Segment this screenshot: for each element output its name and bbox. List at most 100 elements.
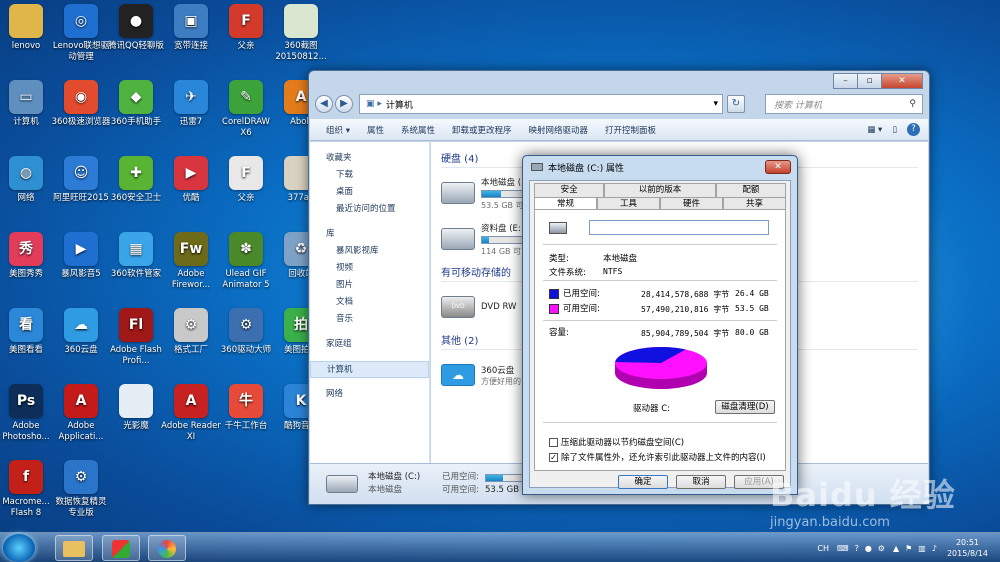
back-arrow-icon[interactable]: ◀ [315, 95, 333, 113]
clock[interactable]: 20:51 2015/8/14 [947, 537, 988, 559]
toolbar-organize[interactable]: 组织 ▾ [326, 124, 350, 136]
desktop-app-icon: A [174, 384, 208, 418]
desktop-icon[interactable]: f Macrome... Flash 8 [0, 460, 56, 519]
desktop-icon[interactable]: ✚ 360安全卫士 [106, 156, 166, 204]
desktop-icon[interactable]: ▭ 计算机 [0, 80, 56, 128]
address-bar[interactable]: ▣ ▸ 计算机 ▾ [359, 94, 723, 114]
tab-security[interactable]: 安全 [534, 183, 605, 197]
tray-volume-icon[interactable]: ♪ [932, 544, 937, 553]
desktop-icon[interactable]: ☁ 360云盘 [51, 308, 111, 356]
desktop-icon[interactable]: F 父亲 [216, 4, 276, 52]
tray-settings-icon[interactable]: ⚙ [878, 544, 885, 553]
volume-label-input[interactable] [589, 220, 769, 235]
desktop-icon[interactable]: ◉ 360极速浏览器 [51, 80, 111, 128]
desktop-icon[interactable]: 牛千牛工作台 [216, 384, 276, 432]
desktop-icon[interactable]: ✽ Ulead GIF Animator 5 [216, 232, 276, 291]
toolbar-map-drive[interactable]: 映射网络驱动器 [529, 124, 589, 136]
toolbar-control-panel[interactable]: 打开控制面板 [605, 124, 656, 136]
nav-item[interactable]: 图片 [310, 277, 429, 294]
cancel-button[interactable]: 取消 [676, 475, 726, 489]
tray-mic-icon[interactable]: ● [865, 544, 872, 553]
tray-keyboard-icon[interactable]: ⌨ [837, 544, 849, 553]
tray-help-icon[interactable]: ? [855, 544, 859, 553]
drive-properties-dialog[interactable]: 本地磁盘 (C:) 属性 ✕ 安全 以前的版本 配额 常规 工具 硬件 共享 类… [522, 155, 798, 495]
nav-item[interactable]: 桌面 [310, 184, 429, 201]
search-input[interactable]: 搜索 计算机 ⚲ [765, 94, 923, 114]
nav-item[interactable]: 文档 [310, 294, 429, 311]
dialog-body: 安全 以前的版本 配额 常规 工具 硬件 共享 类型: 本地磁盘 文件系统: N… [529, 180, 791, 489]
forward-arrow-icon[interactable]: ▶ [335, 95, 353, 113]
desktop-icon[interactable]: ✈ 迅雷7 [161, 80, 221, 128]
desktop-icon[interactable]: Ps Adobe Photosho... [0, 384, 56, 443]
minimize-button[interactable]: – [833, 73, 858, 89]
desktop-icon[interactable]: 光影魔 [106, 384, 166, 432]
desktop-icon[interactable]: ▶ 暴风影音5 [51, 232, 111, 280]
desktop-icon[interactable]: Fl Adobe Flash Profi... [106, 308, 166, 367]
maximize-button[interactable]: ▫ [857, 73, 882, 89]
desktop-icon[interactable]: ▦ 360软件管家 [106, 232, 166, 280]
hard-disk-icon [441, 228, 475, 250]
nav-item[interactable]: 家庭组 [310, 336, 429, 353]
taskbar-app-button[interactable] [102, 535, 140, 561]
nav-item[interactable]: 下载 [310, 167, 429, 184]
view-options-icon[interactable]: ▦ ▾ [867, 125, 882, 135]
desktop-icon[interactable]: 看美图看看 [0, 308, 56, 356]
index-label: 除了文件属性外，还允许索引此驱动器上文件的内容(I) [561, 453, 766, 463]
disk-cleanup-button[interactable]: 磁盘清理(D) [715, 400, 775, 414]
desktop-icon-label: 迅雷7 [179, 117, 203, 127]
taskbar-explorer-button[interactable] [55, 535, 93, 561]
nav-item[interactable]: 收藏夹 [310, 150, 429, 167]
ok-button[interactable]: 确定 [618, 475, 668, 489]
address-dropdown-icon[interactable]: ▾ [713, 99, 718, 109]
nav-item[interactable]: 网络 [310, 386, 429, 403]
preview-pane-icon[interactable]: ▯ [892, 125, 897, 135]
tab-previous-versions[interactable]: 以前的版本 [604, 183, 716, 197]
close-button[interactable]: ✕ [881, 73, 923, 89]
desktop-icon[interactable]: ◍ 网络 [0, 156, 56, 204]
desktop-icon[interactable]: ✎ CorelDRAW X6 [216, 80, 276, 139]
desktop-icon[interactable]: ⚙ 格式工厂 [161, 308, 221, 356]
nav-item[interactable]: 暴风影视库 [310, 243, 429, 260]
desktop-icon[interactable]: ⚙ 数据恢复精灵 专业版 [51, 460, 111, 519]
nav-item[interactable]: 视频 [310, 260, 429, 277]
desktop-icon[interactable]: 秀美图秀秀 [0, 232, 56, 280]
desktop-icon[interactable]: lenovo [0, 4, 56, 52]
desktop-icon[interactable]: 360截图20150812... [271, 4, 331, 63]
nav-item[interactable]: 音乐 [310, 311, 429, 328]
desktop-icon[interactable]: F 父亲 [216, 156, 276, 204]
start-button[interactable] [3, 534, 35, 562]
desktop-icon[interactable]: ☺ 阿里旺旺2015 [51, 156, 111, 204]
tab-quota[interactable]: 配额 [715, 183, 786, 197]
desktop-icon[interactable]: ◎ Lenovo联想驱动管理 [51, 4, 111, 63]
language-indicator[interactable]: CH [817, 544, 829, 553]
tray-expand-icon[interactable]: ▲ [893, 544, 899, 553]
desktop-icon-label: Adobe Reader XI [161, 421, 221, 442]
dialog-close-button[interactable]: ✕ [765, 160, 791, 174]
desktop-icon[interactable]: ▣ 宽带连接 [161, 4, 221, 52]
refresh-icon[interactable]: ↻ [727, 95, 745, 113]
nav-item[interactable]: 计算机 [310, 361, 429, 378]
desktop-icon[interactable]: ● 腾讯QQ轻聊版 [106, 4, 166, 52]
drive-icon [531, 163, 543, 171]
compress-checkbox[interactable] [549, 438, 558, 447]
toolbar-system-properties[interactable]: 系统属性 [401, 124, 435, 136]
desktop-icon[interactable]: A Adobe Applicati... [51, 384, 111, 443]
nav-item[interactable]: 库 [310, 226, 429, 243]
taskbar-browser-button[interactable] [148, 535, 186, 561]
clock-time: 20:51 [955, 538, 980, 547]
desktop-icon[interactable]: ◆ 360手机助手 [106, 80, 166, 128]
nav-item[interactable]: 最近访问的位置 [310, 201, 429, 218]
desktop-icon[interactable]: Fw Adobe Firewor... [161, 232, 221, 291]
tray-flag-icon[interactable]: ⚑ [905, 544, 912, 553]
tray-network-icon[interactable]: ▥ [918, 544, 926, 553]
toolbar-properties[interactable]: 属性 [367, 124, 384, 136]
type-value: 本地磁盘 [603, 254, 638, 264]
help-icon[interactable]: ? [907, 123, 920, 136]
desktop-icon[interactable]: A Adobe Reader XI [161, 384, 221, 443]
desktop-icon[interactable]: ⚙ 360驱动大师 [216, 308, 276, 356]
desktop-icon-label: 360极速浏览器 [51, 117, 111, 127]
desktop-icon[interactable]: ▶ 优酷 [161, 156, 221, 204]
index-checkbox[interactable]: ✓ [549, 453, 558, 462]
toolbar-uninstall[interactable]: 卸载或更改程序 [452, 124, 512, 136]
